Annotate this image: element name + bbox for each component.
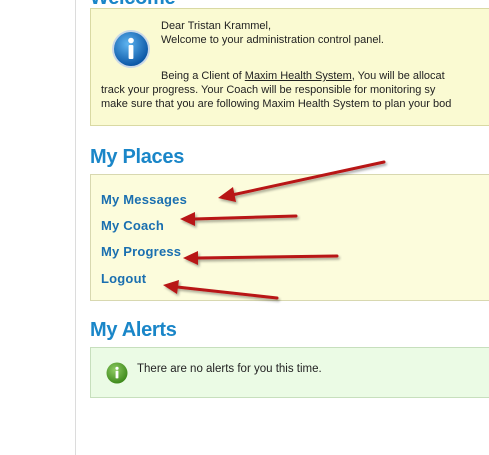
welcome-message: Dear Tristan Krammel, Welcome to your ad… <box>161 19 489 47</box>
my-alerts-heading: My Alerts <box>90 319 177 341</box>
para-text-after: , You will be allocat <box>351 70 445 82</box>
intro-text: Welcome to your administration control p… <box>161 34 384 46</box>
my-places-heading: My Places <box>90 146 185 168</box>
maxim-health-link[interactable]: Maxim Health System <box>245 70 352 82</box>
info-icon-green <box>106 362 128 384</box>
para-line-2: track your progress. Your Coach will be … <box>101 84 436 96</box>
my-places-panel: My Messages My Coach My Progress Logout <box>90 174 489 301</box>
para-line-3: make sure that you are following Maxim H… <box>101 98 452 110</box>
page-divider <box>75 0 76 455</box>
info-icon <box>112 30 150 68</box>
welcome-panel: Dear Tristan Krammel, Welcome to your ad… <box>90 8 489 126</box>
my-alerts-panel: There are no alerts for you this time. <box>90 347 489 398</box>
logout-link[interactable]: Logout <box>101 271 146 286</box>
my-coach-link[interactable]: My Coach <box>101 218 164 233</box>
alert-message: There are no alerts for you this time. <box>137 363 322 375</box>
greeting-text: Dear Tristan Krammel, <box>161 20 272 32</box>
para-text-before: Being a Client of <box>161 70 245 82</box>
my-messages-link[interactable]: My Messages <box>101 192 187 207</box>
my-progress-link[interactable]: My Progress <box>101 244 181 259</box>
welcome-paragraph: Being a Client of Maxim Health System, Y… <box>101 69 489 111</box>
